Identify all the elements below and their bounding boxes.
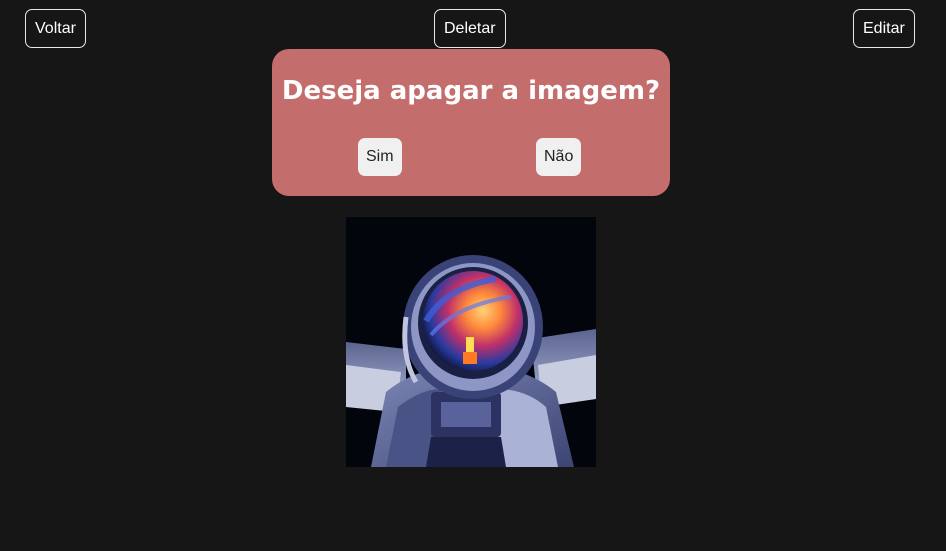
astronaut-image: [346, 217, 596, 467]
delete-confirm-dialog: Deseja apagar a imagem? Sim Não: [272, 49, 670, 196]
astronaut-illustration: [346, 217, 596, 467]
delete-button[interactable]: Deletar: [434, 9, 506, 48]
confirm-no-button[interactable]: Não: [536, 138, 582, 176]
confirm-yes-button[interactable]: Sim: [358, 138, 402, 176]
edit-button[interactable]: Editar: [853, 9, 915, 48]
image-detail-page: Voltar Deletar Editar Deseja apagar a im…: [0, 0, 946, 551]
dialog-title: Deseja apagar a imagem?: [281, 76, 661, 106]
back-button[interactable]: Voltar: [25, 9, 86, 48]
